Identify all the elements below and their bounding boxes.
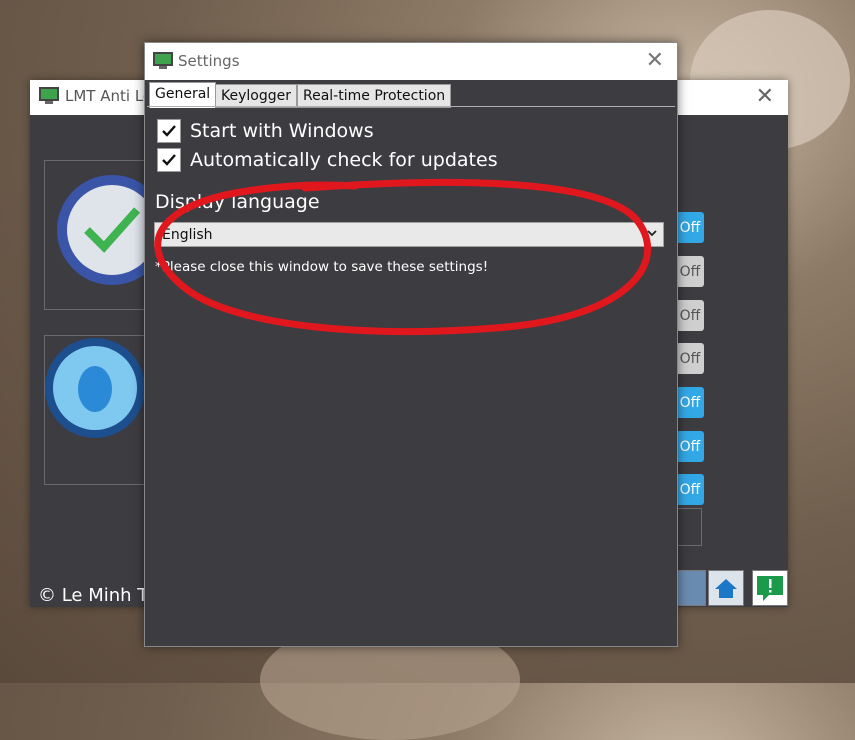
settings-title-bar: Settings ✕ — [145, 43, 677, 80]
close-icon[interactable]: ✕ — [756, 84, 774, 109]
feedback-icon[interactable] — [752, 570, 788, 606]
language-select[interactable]: English — [154, 222, 664, 247]
display-language-label: Display language — [155, 191, 320, 213]
start-with-windows-option[interactable]: Start with Windows — [157, 119, 374, 143]
auto-update-option[interactable]: Automatically check for updates — [157, 148, 498, 172]
auto-update-checkbox[interactable] — [157, 148, 181, 172]
main-window-title: LMT Anti Lo — [65, 87, 153, 105]
start-with-windows-label: Start with Windows — [190, 120, 374, 142]
start-with-windows-checkbox[interactable] — [157, 119, 181, 143]
tab-general[interactable]: General — [149, 82, 217, 108]
home-icon[interactable] — [708, 570, 744, 606]
toggle-button[interactable]: Off — [676, 256, 704, 287]
bug-icon — [45, 338, 145, 438]
tab-realtime-protection[interactable]: Real-time Protection — [297, 84, 452, 108]
shield-logo-icon — [39, 87, 59, 104]
tab-divider — [147, 106, 675, 107]
copyright-text: © Le Minh Th — [38, 585, 160, 606]
toggle-button[interactable]: Off — [676, 343, 704, 374]
close-icon[interactable]: ✕ — [646, 48, 664, 73]
settings-title: Settings — [178, 52, 240, 70]
settings-window: Settings ✕ General Keylogger Real-time P… — [144, 42, 678, 647]
checkmark-icon — [162, 125, 176, 137]
toggle-button[interactable]: Off — [676, 474, 704, 505]
language-select-value: English — [162, 227, 213, 243]
auto-update-label: Automatically check for updates — [190, 149, 498, 171]
chevron-down-icon — [647, 230, 657, 237]
tab-keylogger[interactable]: Keylogger — [215, 84, 297, 108]
toggle-button[interactable]: Off — [676, 300, 704, 331]
toggle-button[interactable]: Off — [676, 431, 704, 462]
shield-logo-icon — [153, 52, 173, 69]
save-note: *Please close this window to save these … — [155, 259, 489, 275]
toggle-button[interactable]: Off — [676, 387, 704, 418]
toggle-button[interactable]: Off — [676, 212, 704, 243]
checkmark-icon — [162, 154, 176, 166]
